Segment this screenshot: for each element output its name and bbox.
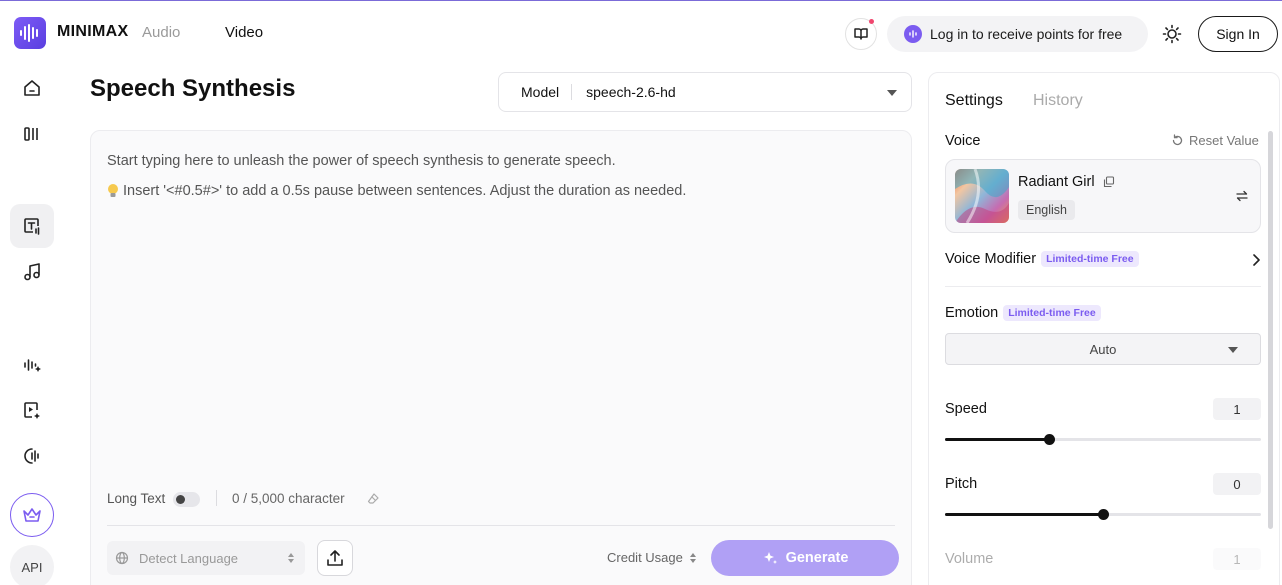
- voice-clone-icon: [24, 448, 39, 464]
- notification-dot: [869, 19, 874, 24]
- speed-value[interactable]: 1: [1213, 398, 1261, 420]
- nav-video[interactable]: Video: [225, 24, 263, 41]
- minimax-logo[interactable]: [14, 17, 46, 49]
- music-icon: [24, 263, 40, 281]
- voice-modifier-label: Voice Modifier: [945, 251, 1037, 267]
- volume-label: Volume: [945, 551, 994, 567]
- pitch-value[interactable]: 0: [1213, 473, 1261, 495]
- emotion-value: Auto: [1089, 341, 1117, 357]
- credit-usage-select[interactable]: Credit Usage: [607, 550, 697, 565]
- tab-settings[interactable]: Settings: [945, 92, 1003, 110]
- model-label: Model: [521, 84, 573, 100]
- divider: [216, 490, 217, 506]
- sidebar-item-video[interactable]: [10, 388, 54, 432]
- lightbulb-icon: [108, 184, 118, 197]
- api-button[interactable]: API: [10, 545, 54, 585]
- library-icon: [24, 127, 38, 141]
- editor-placeholder-line2-text: Insert '<#0.5#>' to add a 0.5s pause bet…: [123, 183, 687, 199]
- crown-icon: [23, 508, 41, 522]
- chevron-right-icon: [1253, 254, 1260, 266]
- model-select[interactable]: Model speech-2.6-hd: [498, 72, 912, 112]
- voice-label: Voice: [945, 133, 981, 149]
- sign-in-button[interactable]: Sign In: [1198, 16, 1278, 52]
- sort-updown-icon: [288, 553, 294, 563]
- editor-placeholder-line1: Start typing here to unleash the power o…: [107, 153, 616, 169]
- speed-label: Speed: [945, 401, 987, 417]
- swap-icon: [1236, 190, 1248, 202]
- upgrade-button[interactable]: [10, 493, 54, 537]
- emotion-row: Emotion Limited-time Free: [945, 305, 1101, 321]
- video-icon: [24, 402, 40, 419]
- home-icon: [24, 80, 40, 96]
- voice-design-icon: [24, 359, 41, 372]
- voice-name-text: Radiant Girl: [1018, 174, 1095, 190]
- limited-free-badge: Limited-time Free: [1003, 305, 1101, 321]
- tab-history[interactable]: History: [1033, 92, 1083, 110]
- voice-name: Radiant Girl: [1018, 174, 1115, 190]
- voice-wave-icon: [904, 25, 922, 43]
- reset-icon: [1172, 134, 1183, 146]
- detect-language-select[interactable]: Detect Language: [107, 541, 305, 575]
- pitch-slider[interactable]: [945, 509, 1261, 520]
- sidebar-item-text-to-speech[interactable]: [10, 204, 54, 248]
- sparkle-icon: [763, 552, 777, 564]
- sidebar-item-voice-design[interactable]: [10, 343, 54, 387]
- generate-button[interactable]: Generate: [711, 540, 899, 576]
- caret-down-icon: [887, 90, 897, 96]
- sort-updown-icon: [689, 552, 696, 563]
- swap-voice-button[interactable]: [1235, 189, 1249, 208]
- theme-toggle-button[interactable]: [1160, 22, 1184, 46]
- long-text-label: Long Text: [107, 491, 166, 506]
- globe-icon: [115, 551, 129, 565]
- brand-name: MINIMAX: [57, 23, 129, 40]
- upload-icon: [327, 550, 343, 566]
- eraser-icon: [367, 493, 379, 504]
- slider-fill: [945, 513, 1103, 516]
- pitch-label: Pitch: [945, 476, 978, 492]
- sidebar-item-library[interactable]: [10, 112, 54, 156]
- sidebar-item-home[interactable]: [10, 66, 54, 110]
- speed-slider[interactable]: [945, 434, 1261, 445]
- emotion-label: Emotion: [945, 305, 999, 321]
- toggle-knob: [176, 495, 185, 504]
- waveform-logo-icon: [20, 24, 38, 42]
- reset-value-button[interactable]: Reset Value: [1171, 133, 1259, 148]
- voice-language-badge: English: [1018, 200, 1075, 220]
- points-cta-button[interactable]: Log in to receive points for free: [887, 16, 1148, 52]
- credit-usage-label: Credit Usage: [607, 550, 683, 565]
- generate-label: Generate: [785, 550, 849, 566]
- sun-icon: [1162, 24, 1182, 44]
- reset-value-label: Reset Value: [1189, 133, 1259, 148]
- model-value: speech-2.6-hd: [586, 84, 676, 100]
- caret-down-icon: [1228, 347, 1238, 353]
- long-text-toggle[interactable]: [173, 492, 200, 507]
- clear-text-button[interactable]: [367, 492, 380, 510]
- emotion-select[interactable]: Auto: [945, 333, 1261, 365]
- voice-modifier-row[interactable]: Voice Modifier Limited-time Free: [945, 251, 1139, 267]
- voice-avatar: [955, 169, 1009, 223]
- page-title: Speech Synthesis: [90, 75, 296, 102]
- divider: [107, 525, 895, 526]
- sidebar-item-music[interactable]: [10, 250, 54, 294]
- character-count: 0 / 5,000 character: [232, 491, 345, 506]
- points-cta-label: Log in to receive points for free: [930, 26, 1123, 42]
- text-to-speech-icon: [24, 218, 40, 235]
- divider: [945, 286, 1261, 287]
- slider-fill: [945, 438, 1050, 441]
- voice-modifier-expand[interactable]: [1251, 253, 1261, 272]
- limited-free-badge: Limited-time Free: [1041, 251, 1139, 267]
- detect-language-label: Detect Language: [139, 550, 239, 566]
- book-icon: [854, 28, 868, 40]
- copy-icon[interactable]: [1103, 176, 1115, 188]
- panel-scrollbar[interactable]: [1268, 131, 1273, 529]
- sidebar-item-voice-clone[interactable]: [10, 434, 54, 478]
- volume-value[interactable]: 1: [1213, 548, 1261, 570]
- upload-button[interactable]: [317, 540, 353, 576]
- nav-audio[interactable]: Audio: [142, 24, 180, 41]
- editor-placeholder-line2: Insert '<#0.5#>' to add a 0.5s pause bet…: [107, 183, 686, 199]
- slider-thumb[interactable]: [1098, 509, 1109, 520]
